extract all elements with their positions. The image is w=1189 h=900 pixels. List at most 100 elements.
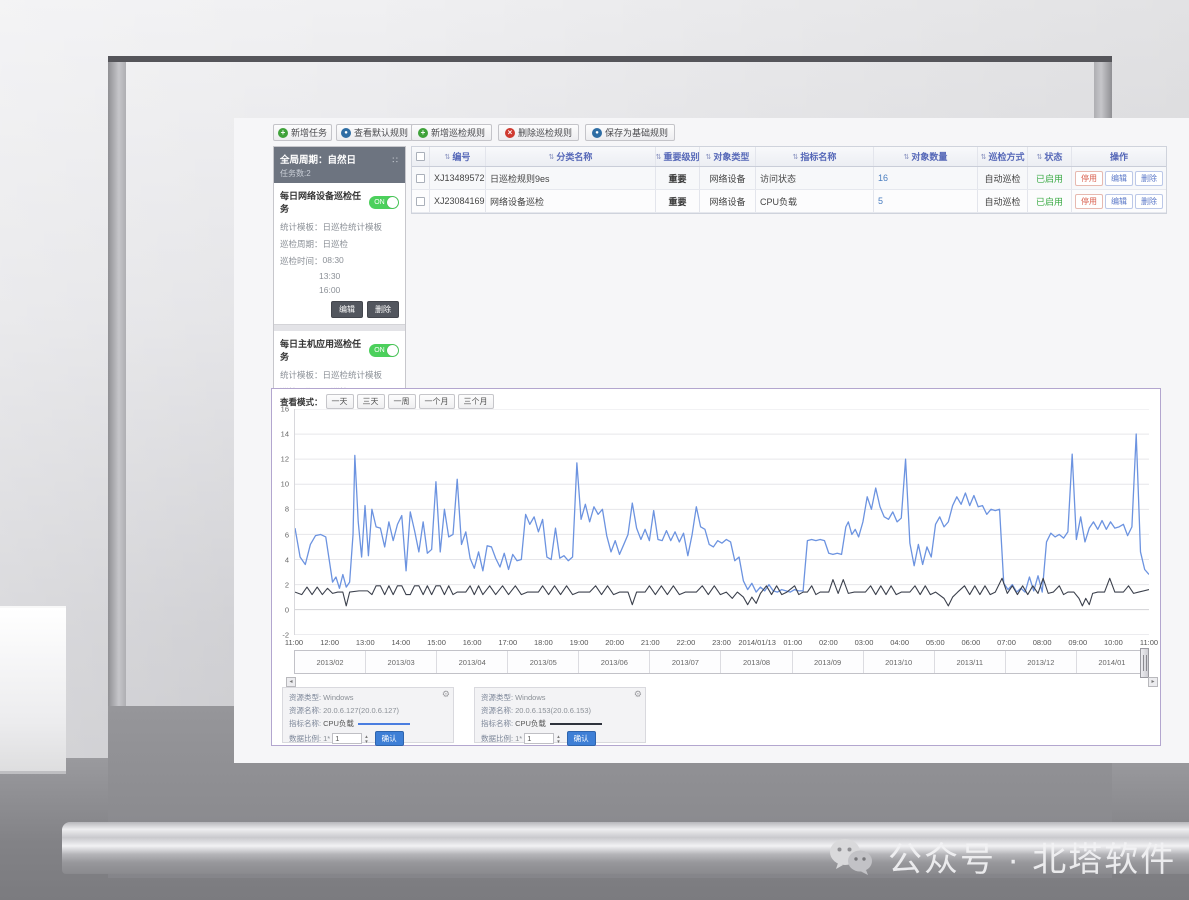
step-down-icon[interactable]: ▼ (556, 739, 560, 744)
confirm-button[interactable]: 确认 (375, 731, 404, 746)
navigator-month-label[interactable]: 2013/07 (650, 651, 721, 673)
task-enabled-toggle[interactable]: ON (369, 196, 399, 209)
sort-icon[interactable]: ⇅ (1037, 153, 1043, 161)
x-tick-label: 15:00 (427, 638, 446, 647)
delete-rule-row-button[interactable]: 删除 (1135, 194, 1163, 209)
view-mode-3month[interactable]: 三个月 (458, 394, 494, 409)
edit-rule-button[interactable]: 编辑 (1105, 171, 1133, 186)
cell-obj-type: 网络设备 (700, 167, 756, 189)
cycle-value: 日巡检 (323, 238, 349, 250)
chart-svg (295, 409, 1149, 635)
navigator-month-label[interactable]: 2013/12 (1006, 651, 1077, 673)
sort-icon[interactable]: ⇅ (981, 153, 987, 161)
delete-rule-row-button[interactable]: 删除 (1135, 171, 1163, 186)
add-rule-label: 新增巡检规则 (431, 126, 485, 139)
resource-name-label: 资源名称: (289, 705, 321, 716)
col-actions: 操作 (1110, 150, 1128, 163)
time-value: 08:30 (323, 255, 344, 267)
confirm-button[interactable]: 确认 (567, 731, 596, 746)
sort-icon[interactable]: ⇅ (445, 153, 451, 161)
delete-rule-button[interactable]: × 删除巡检规则 (498, 124, 579, 141)
sort-icon[interactable]: ⇅ (549, 153, 555, 161)
navigator-month-label[interactable]: 2013/05 (508, 651, 579, 673)
toggle-knob (387, 197, 398, 208)
col-mode[interactable]: 巡检方式 (988, 150, 1024, 163)
select-all-checkbox[interactable] (416, 152, 425, 161)
series-info-box: ⚙ 资源类型:Windows 资源名称:20.0.6.153(20.0.6.15… (474, 687, 646, 743)
status-badge: 已启用 (1036, 172, 1063, 185)
drag-handle-icon[interactable]: ∷ (392, 155, 399, 166)
resource-type-label: 资源类型: (481, 692, 513, 703)
task-group-header: 全局周期：自然日 任务数:2 ∷ (274, 147, 405, 183)
x-tick-label: 19:00 (570, 638, 589, 647)
timeline-navigator[interactable]: 2013/022013/032013/042013/052013/062013/… (294, 650, 1149, 674)
navigator-month-label[interactable]: 2013/04 (437, 651, 508, 673)
disable-rule-button[interactable]: 停用 (1075, 194, 1103, 209)
col-id[interactable]: 编号 (452, 150, 470, 163)
toggle-on-label: ON (374, 347, 385, 354)
new-task-button[interactable]: + 新增任务 (273, 124, 332, 141)
view-default-rules-button[interactable]: ● 查看默认规则 (336, 124, 413, 141)
save-base-rule-button[interactable]: ● 保存为基础规则 (585, 124, 675, 141)
scroll-right-arrow[interactable]: ▸ (1148, 677, 1158, 687)
col-category[interactable]: 分类名称 (556, 150, 592, 163)
navigator-month-label[interactable]: 2013/02 (295, 651, 366, 673)
task-card: 每日网络设备巡检任务 ON 统计模板：日巡检统计模板 巡检周期：日巡检 巡检时间… (274, 183, 405, 325)
object-count-link[interactable]: 16 (878, 173, 888, 183)
cross-icon: × (505, 128, 515, 138)
metric-name-value: CPU负载 (323, 718, 354, 729)
edit-rule-button[interactable]: 编辑 (1105, 194, 1133, 209)
task-enabled-toggle[interactable]: ON (369, 344, 399, 357)
ratio-stepper[interactable]: ▲▼ (364, 734, 368, 744)
new-task-label: 新增任务 (291, 126, 327, 139)
navigator-month-label[interactable]: 2013/03 (366, 651, 437, 673)
plus-icon: + (418, 128, 428, 138)
navigator-handle[interactable] (1140, 648, 1149, 678)
col-count[interactable]: 对象数量 (911, 150, 947, 163)
navigator-month-label[interactable]: 2013/09 (793, 651, 864, 673)
delete-task-button[interactable]: 删除 (367, 301, 399, 318)
sort-icon[interactable]: ⇅ (656, 153, 661, 161)
sort-icon[interactable]: ⇅ (793, 153, 799, 161)
object-count-link[interactable]: 5 (878, 196, 883, 206)
col-metric[interactable]: 指标名称 (800, 150, 836, 163)
y-tick-label: 4 (285, 555, 289, 564)
view-mode-1week[interactable]: 一周 (388, 394, 416, 409)
step-down-icon[interactable]: ▼ (364, 739, 368, 744)
cell-obj-type: 网络设备 (700, 190, 756, 212)
view-mode-3day[interactable]: 三天 (357, 394, 385, 409)
ratio-input[interactable] (524, 733, 554, 744)
navigator-month-label[interactable]: 2013/10 (864, 651, 935, 673)
row-checkbox[interactable] (416, 197, 425, 206)
save-icon: ● (592, 128, 602, 138)
task-title: 每日网络设备巡检任务 (280, 189, 369, 215)
series-line (295, 578, 1149, 606)
view-mode-1day[interactable]: 一天 (326, 394, 354, 409)
scroll-left-arrow[interactable]: ◂ (286, 677, 296, 687)
disable-rule-button[interactable]: 停用 (1075, 171, 1103, 186)
x-tick-label: 06:00 (961, 638, 980, 647)
x-tick-label: 05:00 (926, 638, 945, 647)
row-checkbox[interactable] (416, 174, 425, 183)
sort-icon[interactable]: ⇅ (706, 153, 712, 161)
navigator-month-label[interactable]: 2013/08 (721, 651, 792, 673)
metric-name-label: 指标名称: (481, 718, 513, 729)
navigator-month-label[interactable]: 2013/11 (935, 651, 1006, 673)
add-rule-button[interactable]: + 新增巡检规则 (411, 124, 492, 141)
navigator-month-label[interactable]: 2014/01 (1077, 651, 1148, 673)
x-tick-label: 11:00 (285, 638, 303, 647)
gear-icon[interactable]: ⚙ (442, 689, 450, 700)
edit-task-button[interactable]: 编辑 (331, 301, 363, 318)
col-level[interactable]: 重要级别 (663, 150, 699, 163)
col-status[interactable]: 状态 (1044, 150, 1062, 163)
cell-metric: 访问状态 (756, 167, 874, 189)
ratio-stepper[interactable]: ▲▼ (556, 734, 560, 744)
col-obj-type[interactable]: 对象类型 (713, 150, 749, 163)
task-title: 每日主机应用巡检任务 (280, 337, 369, 363)
gear-icon[interactable]: ⚙ (634, 689, 642, 700)
sort-icon[interactable]: ⇅ (904, 153, 910, 161)
view-mode-1month[interactable]: 一个月 (419, 394, 455, 409)
navigator-month-label[interactable]: 2013/06 (579, 651, 650, 673)
ratio-input[interactable] (332, 733, 362, 744)
chart-scrollbar: ◂ ▸ (286, 677, 1158, 687)
